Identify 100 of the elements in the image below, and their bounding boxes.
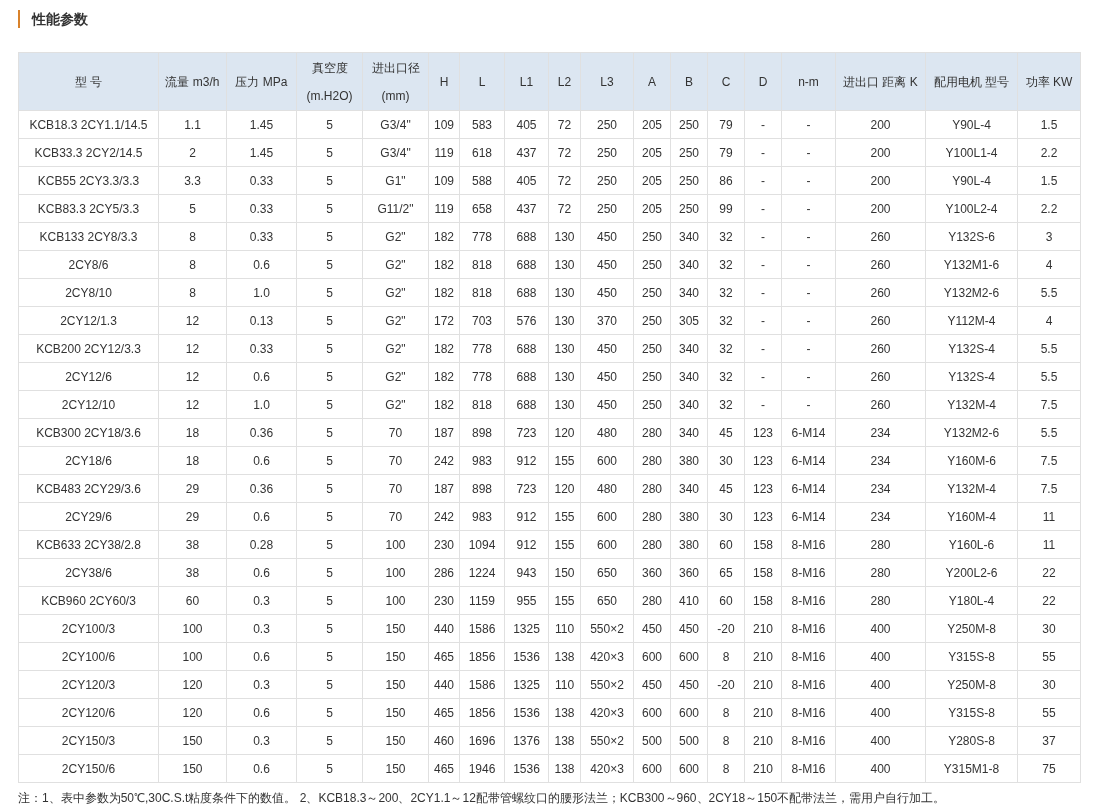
table-cell: 450: [580, 250, 634, 279]
table-cell: Y132M2-6: [925, 418, 1018, 447]
table-cell: 155: [548, 446, 581, 475]
table-cell: 450: [580, 390, 634, 419]
table-cell: 5: [296, 166, 363, 195]
table-cell: 5: [296, 614, 363, 643]
table-cell: 778: [459, 334, 505, 363]
table-cell: 912: [504, 530, 549, 559]
table-cell: 340: [670, 474, 708, 503]
table-cell: 7.5: [1017, 474, 1081, 503]
table-cell: 8: [158, 278, 227, 307]
table-cell: 465: [428, 698, 460, 727]
table-cell: 4: [1017, 306, 1081, 335]
table-cell: 155: [548, 530, 581, 559]
table-cell: 130: [548, 222, 581, 251]
table-cell: 912: [504, 446, 549, 475]
table-cell: 12: [158, 390, 227, 419]
table-cell: G2": [362, 306, 429, 335]
table-cell: 70: [362, 474, 429, 503]
table-cell: G2": [362, 334, 429, 363]
table-cell: 723: [504, 474, 549, 503]
table-cell: 983: [459, 446, 505, 475]
table-cell: 400: [835, 670, 926, 699]
table-cell: 2CY100/3: [18, 614, 159, 643]
table-cell: 230: [428, 530, 460, 559]
table-cell: 260: [835, 306, 926, 335]
table-cell: 109: [428, 166, 460, 195]
table-cell: 5.5: [1017, 362, 1081, 391]
table-cell: 280: [633, 418, 671, 447]
table-cell: 450: [633, 614, 671, 643]
table-cell: 30: [1017, 614, 1081, 643]
table-cell: 360: [670, 558, 708, 587]
table-cell: Y250M-8: [925, 614, 1018, 643]
table-cell: 2CY8/10: [18, 278, 159, 307]
table-cell: 250: [580, 166, 634, 195]
table-cell: 450: [633, 670, 671, 699]
table-cell: Y132M1-6: [925, 250, 1018, 279]
table-cell: 8: [707, 642, 745, 671]
table-cell: 260: [835, 278, 926, 307]
table-cell: 8-M16: [781, 614, 836, 643]
table-cell: 450: [580, 362, 634, 391]
table-cell: 123: [744, 474, 782, 503]
table-cell: 250: [633, 390, 671, 419]
table-cell: 2.2: [1017, 138, 1081, 167]
table-cell: 130: [548, 278, 581, 307]
table-cell: 5: [296, 110, 363, 139]
table-cell: 260: [835, 222, 926, 251]
table-cell: 588: [459, 166, 505, 195]
table-cell: 250: [670, 194, 708, 223]
table-cell: -: [781, 334, 836, 363]
table-cell: 5: [296, 698, 363, 727]
table-cell: 600: [670, 698, 708, 727]
table-cell: 138: [548, 754, 581, 783]
table-cell: 72: [548, 194, 581, 223]
column-header: 配用电机 型号: [925, 52, 1018, 111]
table-cell: 1.5: [1017, 166, 1081, 195]
table-cell: Y90L-4: [925, 166, 1018, 195]
table-cell: -: [744, 110, 782, 139]
table-cell: KCB200 2CY12/3.3: [18, 334, 159, 363]
table-cell: 600: [670, 754, 708, 783]
table-cell: 250: [580, 194, 634, 223]
table-cell: 286: [428, 558, 460, 587]
table-cell: 250: [670, 110, 708, 139]
table-cell: 130: [548, 390, 581, 419]
table-cell: 688: [504, 334, 549, 363]
table-cell: 2CY12/6: [18, 362, 159, 391]
table-cell: 22: [1017, 586, 1081, 615]
table-cell: 380: [670, 446, 708, 475]
table-cell: 703: [459, 306, 505, 335]
table-cell: 5: [296, 502, 363, 531]
table-cell: 250: [633, 222, 671, 251]
table-cell: 0.36: [226, 474, 297, 503]
column-header: A: [633, 52, 671, 111]
table-cell: 1536: [504, 642, 549, 671]
table-cell: 340: [670, 278, 708, 307]
table-cell: 360: [633, 558, 671, 587]
table-cell: 5: [158, 194, 227, 223]
table-cell: 8-M16: [781, 754, 836, 783]
table-cell: 200: [835, 166, 926, 195]
table-cell: G2": [362, 362, 429, 391]
table-cell: 260: [835, 362, 926, 391]
table-cell: 1586: [459, 670, 505, 699]
table-cell: 0.36: [226, 418, 297, 447]
table-cell: 305: [670, 306, 708, 335]
column-header: L: [459, 52, 505, 111]
table-cell: 2CY150/6: [18, 754, 159, 783]
table-cell: 380: [670, 530, 708, 559]
table-cell: 37: [1017, 726, 1081, 755]
table-cell: 100: [158, 614, 227, 643]
table-cell: 32: [707, 250, 745, 279]
table-cell: 0.6: [226, 642, 297, 671]
table-cell: 450: [670, 670, 708, 699]
table-cell: 1325: [504, 670, 549, 699]
table-cell: 8-M16: [781, 726, 836, 755]
table-cell: 182: [428, 222, 460, 251]
table-cell: Y315S-8: [925, 698, 1018, 727]
table-cell: 4: [1017, 250, 1081, 279]
table-cell: 75: [1017, 754, 1081, 783]
table-cell: 818: [459, 250, 505, 279]
table-cell: 200: [835, 194, 926, 223]
